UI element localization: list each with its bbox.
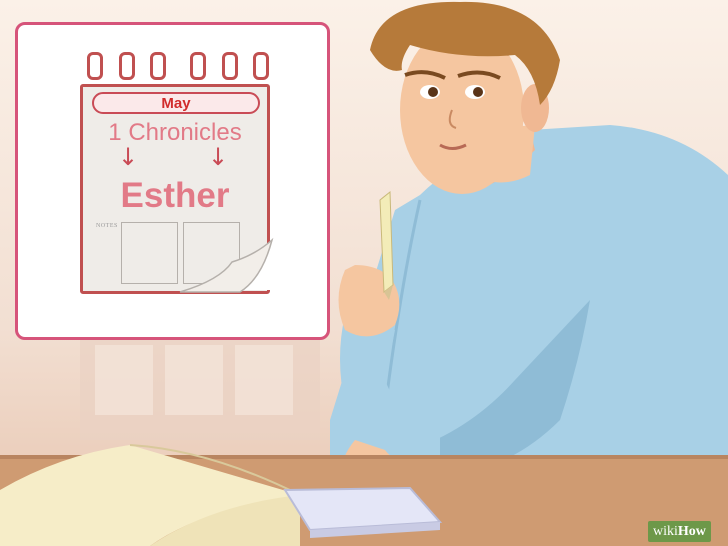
watermark-prefix: wiki (653, 524, 678, 539)
wikihow-watermark: wikiHow (648, 521, 711, 542)
watermark-suffix: How (677, 524, 706, 539)
illustration: May 1 Chronicles ↓ ↓ Esther NOTES wikiHo… (0, 0, 728, 546)
page-curl-icon (179, 237, 274, 293)
